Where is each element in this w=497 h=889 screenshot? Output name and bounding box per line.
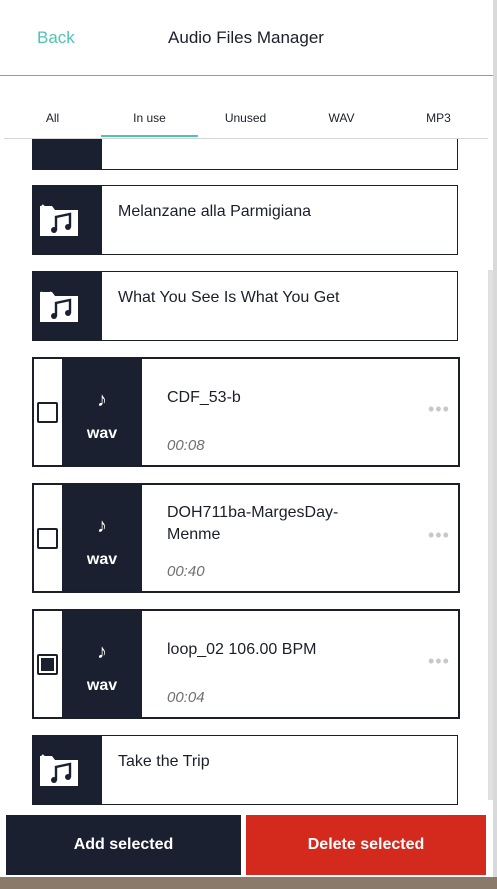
file-name: CDF_53-b (167, 389, 241, 406)
select-checkbox[interactable] (37, 528, 58, 549)
folder-name: Take the Trip (118, 753, 210, 770)
tab-all[interactable]: All (4, 108, 101, 137)
select-checkbox[interactable] (37, 402, 58, 423)
tab-in-use[interactable]: In use (101, 108, 198, 137)
folder-row[interactable]: What You See Is What You Get (32, 271, 458, 341)
file-name: loop_02 106.00 BPM (167, 641, 317, 658)
background-strip (0, 877, 497, 889)
chevron-right-icon[interactable] (39, 203, 51, 217)
music-folder-icon (33, 736, 102, 804)
more-options-icon[interactable]: ••• (428, 525, 450, 546)
music-folder-icon (33, 272, 102, 340)
tab-bar: All In use Unused WAV MP3 (4, 108, 488, 139)
file-type-label: wav (86, 551, 118, 568)
folder-name: Melanzane alla Parmigiana (118, 203, 311, 220)
file-type-tile: ♪ wav (62, 485, 142, 591)
header-bar: Back Audio Files Manager (0, 0, 497, 76)
file-name: DOH711ba-MargesDay-Menme (167, 504, 339, 543)
file-type-tile: ♪ wav (62, 359, 142, 465)
folder-name: What You See Is What You Get (118, 289, 340, 306)
chevron-down-icon[interactable] (39, 289, 53, 301)
file-duration: 00:04 (167, 689, 205, 706)
audio-file-row[interactable]: ♪ wav loop_02 106.00 BPM 00:04 ••• (32, 609, 460, 719)
music-folder-icon (33, 186, 102, 254)
more-options-icon[interactable]: ••• (428, 651, 450, 672)
file-type-tile: ♪ wav (62, 611, 142, 717)
music-note-icon: ♪ (97, 641, 107, 663)
select-checkbox[interactable] (37, 654, 58, 675)
page-title: Audio Files Manager (168, 28, 324, 47)
tab-mp3[interactable]: MP3 (390, 108, 487, 137)
file-type-label: wav (86, 425, 118, 442)
file-list[interactable]: Melanzane alla Parmigiana What You See I… (0, 139, 497, 812)
music-note-icon: ♪ (97, 389, 107, 411)
file-duration: 00:08 (167, 437, 205, 454)
music-note-icon: ♪ (97, 515, 107, 537)
delete-selected-button[interactable]: Delete selected (246, 815, 486, 875)
more-options-icon[interactable]: ••• (428, 399, 450, 420)
chevron-right-icon[interactable] (39, 753, 51, 767)
folder-row[interactable]: Take the Trip (32, 735, 458, 805)
audio-file-row[interactable]: ♪ wav DOH711ba-MargesDay-Menme 00:40 ••• (32, 483, 460, 593)
file-duration: 00:40 (167, 563, 205, 580)
folder-row[interactable]: Melanzane alla Parmigiana (32, 185, 458, 255)
add-selected-button[interactable]: Add selected (6, 815, 241, 875)
audio-file-row[interactable]: ♪ wav CDF_53-b 00:08 ••• (32, 357, 460, 467)
music-folder-icon (33, 139, 102, 169)
folder-row-partial[interactable] (32, 139, 458, 170)
file-type-label: wav (86, 677, 118, 694)
tab-wav[interactable]: WAV (293, 108, 390, 137)
window-edge (493, 0, 497, 889)
tab-unused[interactable]: Unused (197, 108, 294, 137)
